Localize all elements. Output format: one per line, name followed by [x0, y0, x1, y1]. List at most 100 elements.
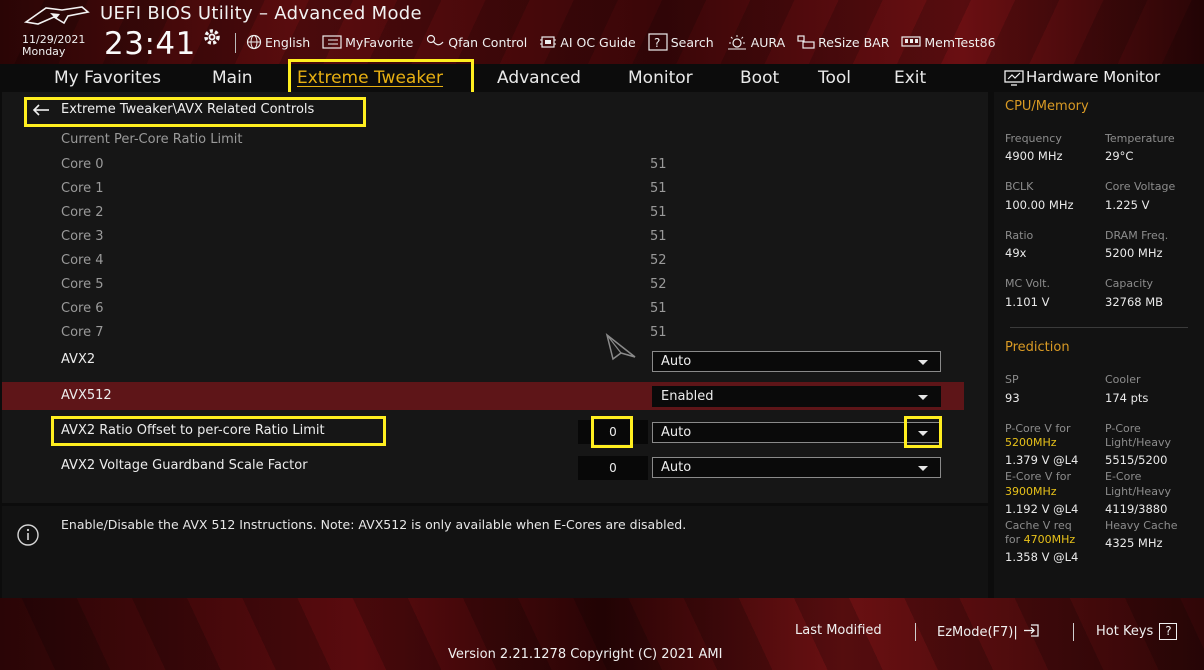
avx2-select[interactable]: Auto — [652, 351, 941, 372]
avx2-voltage-guardband-input[interactable]: 0 — [578, 456, 648, 480]
help-question-icon: ? — [1159, 623, 1178, 640]
mc-volt-label: MC Volt. — [1005, 277, 1050, 290]
last-modified-button[interactable]: Last Modified — [795, 623, 882, 638]
ratio-value: 49x — [1005, 246, 1027, 260]
app-title: UEFI BIOS Utility – Advanced Mode — [100, 3, 422, 24]
heavy-cache-value: 4325 MHz — [1105, 536, 1163, 550]
header-bar: UEFI BIOS Utility – Advanced Mode 11/29/… — [0, 0, 1204, 64]
cooler-label: Cooler — [1105, 373, 1141, 386]
tab-my-favorites[interactable]: My Favorites — [54, 64, 161, 92]
ecore-v-label: E-Core V for — [1005, 470, 1072, 483]
core-label: Core 5 — [61, 277, 104, 292]
ai-oc-guide-label: AI OC Guide — [560, 34, 636, 50]
monitor-icon — [1004, 70, 1024, 86]
avx512-select[interactable]: Enabled — [652, 386, 941, 407]
temperature-label: Temperature — [1105, 132, 1175, 145]
hot-keys-label: Hot Keys — [1096, 624, 1154, 639]
search-label: Search — [670, 34, 714, 50]
tab-extreme-tweaker[interactable]: Extreme Tweaker — [297, 64, 443, 92]
aura-button[interactable]: AURA — [726, 34, 785, 50]
tab-exit[interactable]: Exit — [894, 64, 926, 92]
core-value: 51 — [650, 325, 667, 340]
avx2-ratio-offset-select[interactable]: Auto — [652, 422, 941, 443]
avx2-ratio-offset-input[interactable]: 0 — [578, 420, 648, 444]
aura-label: AURA — [750, 34, 786, 50]
core-voltage-value: 1.225 V — [1105, 198, 1150, 212]
search-button[interactable]: ? Search — [648, 33, 714, 51]
tab-advanced[interactable]: Advanced — [497, 64, 581, 92]
ai-oc-guide-button[interactable]: AI OC Guide — [539, 34, 636, 50]
gear-icon[interactable] — [201, 26, 223, 48]
clock[interactable]: 23:41 — [104, 26, 196, 62]
mc-volt-value: 1.101 V — [1005, 295, 1050, 309]
core-label: Core 7 — [61, 325, 104, 340]
tab-boot[interactable]: Boot — [740, 64, 779, 92]
breadcrumb: Extreme Tweaker\AVX Related Controls — [61, 102, 315, 117]
footer-bar: Last Modified EzMode(F7)| Hot Keys ? Ver… — [0, 598, 1204, 670]
ai-chip-icon — [540, 36, 557, 48]
memtest86-button[interactable]: MemTest86 — [901, 34, 996, 50]
core-value: 51 — [650, 301, 667, 316]
tab-main[interactable]: Main — [212, 64, 253, 92]
myfavorite-label: MyFavorite — [345, 34, 414, 50]
hot-keys-button[interactable]: Hot Keys ? — [1096, 623, 1178, 640]
frequency-label: Frequency — [1005, 132, 1062, 145]
capacity-label: Capacity — [1105, 277, 1154, 290]
avx2-select-value: Auto — [661, 354, 692, 369]
qfan-control-button[interactable]: Qfan Control — [425, 34, 527, 50]
avx2-label: AVX2 — [61, 352, 96, 367]
temperature-value: 29°C — [1105, 149, 1134, 163]
back-arrow-icon[interactable] — [32, 103, 50, 117]
memtest86-label: MemTest86 — [924, 34, 996, 50]
chevron-down-icon — [918, 360, 928, 365]
tab-tool[interactable]: Tool — [818, 64, 851, 92]
avx2-ratio-offset-label: AVX2 Ratio Offset to per-core Ratio Limi… — [61, 423, 325, 438]
rog-logo-icon — [24, 6, 90, 25]
core-label: Core 0 — [61, 157, 104, 172]
heavy-cache-label: Heavy Cache — [1105, 519, 1178, 532]
avx2-voltage-guardband-select[interactable]: Auto — [652, 457, 941, 478]
cache-v-value: 1.358 V @L4 — [1005, 550, 1079, 564]
resize-bar-icon — [797, 35, 815, 49]
day-of-week: Monday — [22, 45, 66, 58]
pcore-lh-label-2: Light/Heavy — [1105, 436, 1171, 449]
resize-bar-label: ReSize BAR — [818, 34, 890, 50]
core-label: Core 2 — [61, 205, 104, 220]
help-panel: Enable/Disable the AVX 512 Instructions.… — [2, 506, 988, 598]
cache-v-label-2: for 4700MHz — [1005, 533, 1075, 546]
pcore-v-value: 1.379 V @L4 — [1005, 453, 1079, 467]
tab-monitor[interactable]: Monitor — [628, 64, 693, 92]
ratio-label: Ratio — [1005, 229, 1034, 242]
chevron-down-icon — [918, 395, 928, 400]
bclk-value: 100.00 MHz — [1005, 198, 1074, 212]
avx2-voltage-guardband-select-value: Auto — [661, 460, 692, 475]
favorite-list-icon — [322, 35, 342, 49]
core-value: 51 — [650, 181, 667, 196]
pcore-v-label: P-Core V for — [1005, 422, 1071, 435]
myfavorite-button[interactable]: MyFavorite — [322, 35, 413, 50]
ecore-lh-label-2: Light/Heavy — [1105, 485, 1171, 498]
chevron-down-icon — [918, 466, 928, 471]
language-label: English — [265, 34, 311, 50]
header-divider — [235, 33, 236, 53]
core-value: 52 — [650, 253, 667, 268]
ezmode-button[interactable]: EzMode(F7)| — [937, 623, 1040, 640]
dram-freq-value: 5200 MHz — [1105, 246, 1163, 260]
section-label: Current Per-Core Ratio Limit — [61, 132, 243, 147]
sp-label: SP — [1005, 373, 1019, 386]
language-button[interactable]: English — [246, 34, 310, 50]
core-label: Core 3 — [61, 229, 104, 244]
avx512-select-value: Enabled — [661, 389, 714, 404]
footer-divider — [1073, 623, 1074, 641]
ecore-lh-value: 4119/3880 — [1105, 502, 1168, 516]
sp-value: 93 — [1005, 391, 1020, 405]
svg-text:?: ? — [654, 36, 660, 50]
main-nav: My Favorites Main Extreme Tweaker Advanc… — [0, 64, 990, 92]
ezmode-label: EzMode(F7)| — [937, 625, 1018, 640]
mouse-cursor-icon — [605, 333, 636, 361]
core-value: 51 — [650, 229, 667, 244]
aura-lighting-icon — [727, 35, 746, 50]
ecore-lh-label: E-Core — [1105, 470, 1142, 483]
avx512-label: AVX512 — [61, 388, 112, 403]
resize-bar-button[interactable]: ReSize BAR — [797, 34, 889, 50]
